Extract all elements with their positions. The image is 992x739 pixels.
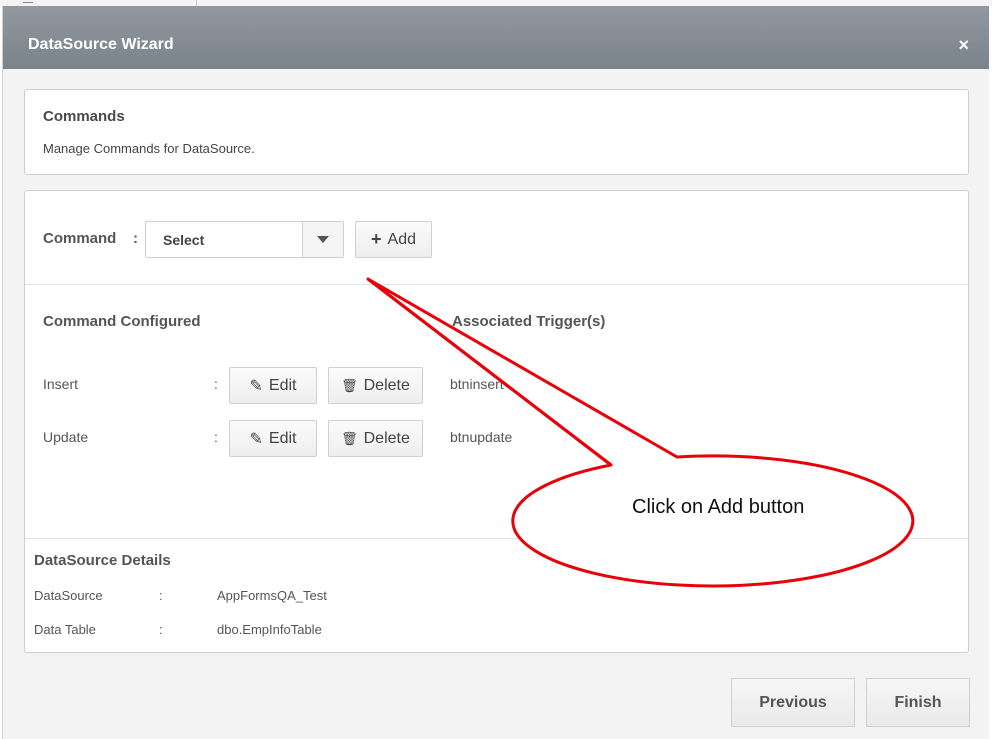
callout-pointer-line bbox=[367, 277, 612, 467]
callout-bubble-shape bbox=[366, 277, 915, 588]
callout-annotation bbox=[366, 277, 915, 588]
callout-text: Click on Add button bbox=[632, 496, 805, 518]
